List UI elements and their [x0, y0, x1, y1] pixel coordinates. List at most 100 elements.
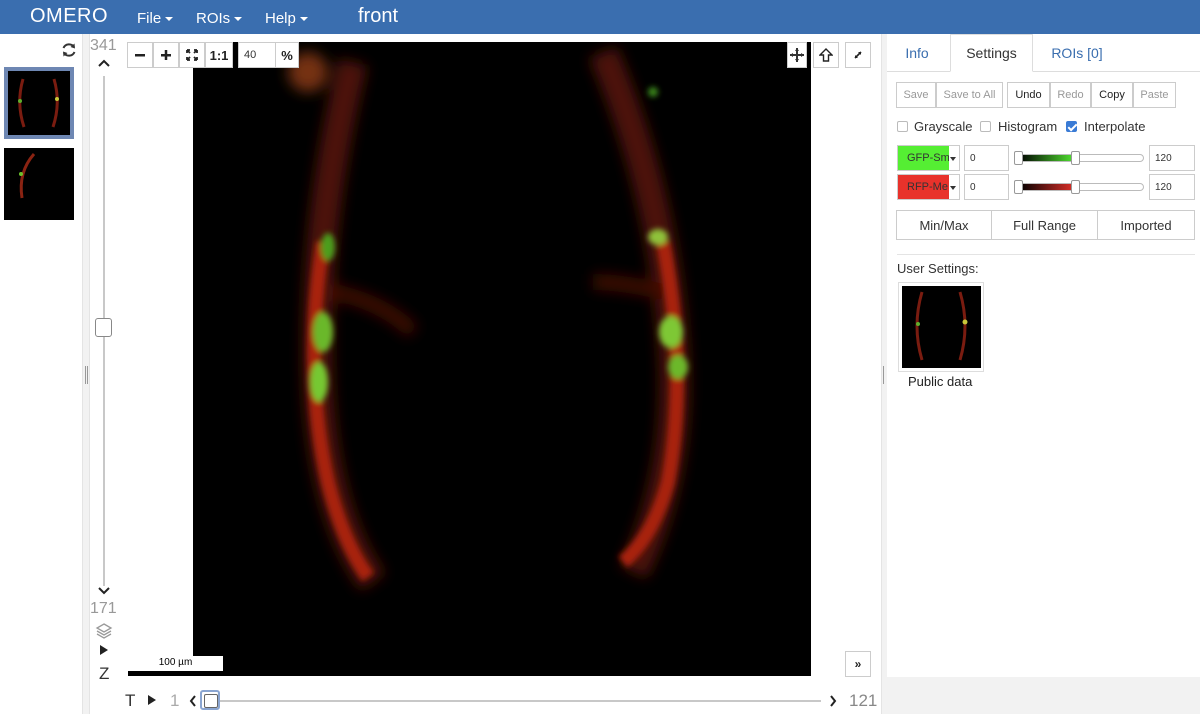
zoom-in-button[interactable] — [153, 42, 179, 68]
chevron-right-icon[interactable] — [829, 695, 837, 707]
t-current-value: 1 — [170, 691, 180, 710]
channel-rfp-max-handle[interactable] — [1071, 180, 1080, 194]
brand-logo[interactable]: OMERO — [30, 5, 108, 28]
channel-gfp-max-input[interactable] — [1149, 145, 1195, 171]
file-menu[interactable]: File — [137, 10, 174, 27]
full-range-button[interactable]: Full Range — [991, 210, 1098, 240]
t-slider-handle[interactable] — [200, 690, 220, 710]
expand-icon — [854, 51, 862, 59]
image-viewer: 341 171 Z 1:1 % 100 µm » T 1 121 — [90, 34, 881, 714]
channel-rfp-max-input[interactable] — [1149, 174, 1195, 200]
channel-gfp-min-handle[interactable] — [1014, 151, 1023, 165]
save-to-all-button[interactable]: Save to All — [936, 82, 1003, 108]
expand-panel-button[interactable]: » — [845, 651, 871, 677]
help-menu-label: Help — [265, 10, 296, 27]
z-min-label: 171 — [90, 600, 117, 617]
z-axis-label: Z — [99, 664, 110, 683]
file-menu-label: File — [137, 10, 162, 27]
rois-menu-label: ROIs — [196, 10, 231, 27]
top-navbar: OMERO File ROIs Help front — [0, 0, 1200, 34]
fullscreen-button[interactable] — [845, 42, 871, 68]
z-max-label: 341 — [90, 37, 117, 54]
paste-button[interactable]: Paste — [1133, 82, 1176, 108]
channel-rfp-min-handle[interactable] — [1014, 180, 1023, 194]
t-slider-track[interactable] — [201, 700, 821, 702]
t-axis-label: T — [125, 691, 136, 710]
zoom-percent-input[interactable] — [238, 42, 276, 68]
resize-handle[interactable] — [883, 366, 886, 384]
crosshair-icon — [790, 48, 804, 62]
tab-settings[interactable]: Settings — [950, 34, 1033, 72]
thumbnail-side[interactable] — [4, 148, 74, 220]
rois-menu[interactable]: ROIs — [196, 10, 243, 27]
caret-down-icon — [950, 186, 956, 190]
minus-icon — [135, 54, 145, 57]
user-settings-item-label: Public data — [908, 374, 973, 389]
layers-icon[interactable] — [95, 622, 113, 640]
scalebar-label: 100 µm — [158, 657, 193, 668]
left-panel-resizer[interactable] — [82, 34, 90, 714]
thumbnail-front[interactable] — [4, 67, 74, 139]
z-play-icon[interactable] — [99, 644, 109, 656]
channel-name: GFP-Sm — [898, 146, 949, 170]
channel-gfp-button[interactable]: GFP-Sm — [897, 145, 960, 171]
settings-panel: Info Settings ROIs [0] Save Save to All … — [887, 34, 1200, 714]
caret-down-icon — [299, 17, 308, 22]
tab-rois[interactable]: ROIs [0] — [1037, 34, 1117, 72]
channel-gfp-min-input[interactable] — [964, 145, 1009, 171]
slider-fill — [1019, 155, 1078, 161]
tab-info[interactable]: Info — [887, 34, 947, 72]
histogram-checkbox[interactable] — [980, 121, 991, 132]
channel-rfp-min-input[interactable] — [964, 174, 1009, 200]
t-max-value: 121 — [849, 691, 878, 710]
crosshair-button[interactable] — [787, 42, 807, 68]
t-play-icon[interactable] — [147, 694, 157, 706]
upload-arrow-button[interactable] — [813, 42, 839, 68]
image-canvas[interactable] — [193, 42, 811, 676]
channel-gfp-max-handle[interactable] — [1071, 151, 1080, 165]
zoom-percent-button[interactable]: % — [275, 42, 299, 68]
interpolate-label: Interpolate — [1084, 119, 1146, 134]
divider — [897, 254, 1195, 255]
chevron-down-icon[interactable] — [98, 586, 110, 596]
redo-button[interactable]: Redo — [1050, 82, 1091, 108]
chevron-up-icon[interactable] — [98, 58, 110, 68]
channel-name: RFP-Me — [898, 175, 949, 199]
arrow-up-icon — [819, 48, 833, 62]
refresh-icon[interactable] — [61, 42, 77, 58]
slider-fill — [1019, 184, 1078, 190]
grayscale-label: Grayscale — [914, 119, 973, 134]
thumbnail-panel — [0, 34, 82, 714]
user-settings-label: User Settings: — [897, 261, 979, 276]
chevron-left-icon[interactable] — [189, 695, 197, 707]
scalebar: 100 µm — [128, 656, 223, 676]
min-max-button[interactable]: Min/Max — [896, 210, 992, 240]
channel-rfp-slider[interactable] — [1018, 183, 1144, 191]
histogram-label: Histogram — [998, 119, 1058, 134]
channel-rfp-button[interactable]: RFP-Me — [897, 174, 960, 200]
imported-button[interactable]: Imported — [1097, 210, 1195, 240]
right-panel-footer — [887, 677, 1200, 714]
settings-preview-image — [902, 286, 981, 368]
resize-handle[interactable] — [85, 366, 88, 384]
z-slider-handle[interactable] — [95, 318, 112, 337]
user-settings-thumbnail[interactable] — [898, 282, 984, 372]
save-button[interactable]: Save — [896, 82, 936, 108]
interpolate-checkbox[interactable] — [1066, 121, 1077, 132]
microscopy-image — [193, 42, 811, 676]
channel-gfp-slider[interactable] — [1018, 154, 1144, 162]
grayscale-checkbox[interactable] — [897, 121, 908, 132]
zoom-actual-size-button[interactable]: 1:1 — [205, 42, 233, 68]
caret-down-icon — [165, 17, 174, 22]
zoom-out-button[interactable] — [127, 42, 153, 68]
help-menu[interactable]: Help — [265, 10, 308, 27]
caret-down-icon — [950, 157, 956, 161]
zoom-fit-button[interactable] — [179, 42, 205, 68]
fit-to-window-icon — [186, 49, 198, 61]
caret-down-icon — [234, 17, 243, 22]
scalebar-line — [128, 671, 223, 676]
undo-button[interactable]: Undo — [1007, 82, 1050, 108]
thumbnail-image — [8, 71, 70, 135]
plus-icon — [161, 50, 171, 60]
copy-button[interactable]: Copy — [1091, 82, 1133, 108]
